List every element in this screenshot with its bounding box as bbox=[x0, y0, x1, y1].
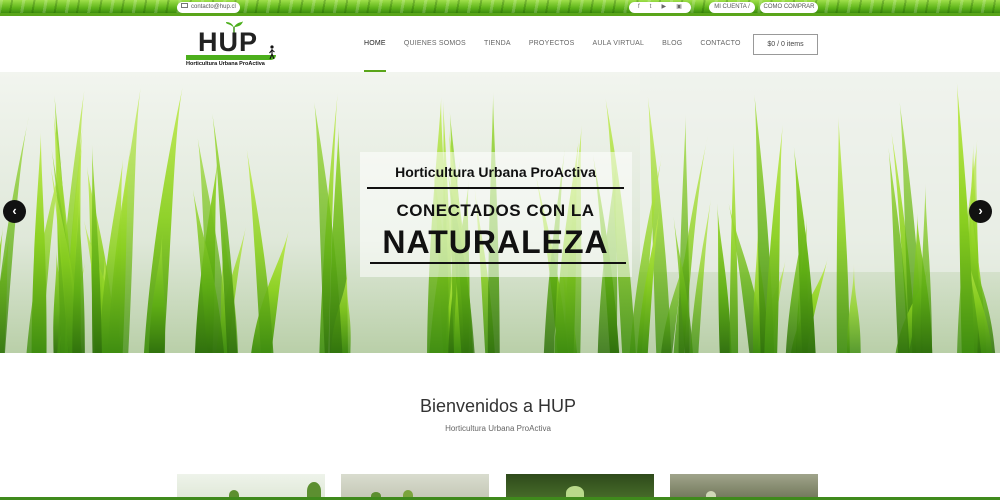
logo-green-bar bbox=[186, 55, 276, 60]
nav-item-proyectos[interactable]: PROYECTOS bbox=[529, 19, 575, 72]
welcome-subtitle: Horticultura Urbana ProActiva bbox=[445, 424, 551, 433]
email-link[interactable]: contacto@hup.cl bbox=[177, 2, 240, 13]
site-header: HUP Horticultura Urbana ProActiva HOME Q… bbox=[0, 19, 1000, 72]
nav-item-aula-virtual[interactable]: AULA VIRTUAL bbox=[592, 19, 644, 72]
slider-next-button[interactable]: › bbox=[969, 200, 992, 223]
social-links: f t ▶ ▣ bbox=[629, 2, 691, 13]
logo-title: HUP bbox=[198, 27, 259, 57]
chevron-right-icon: › bbox=[978, 203, 983, 218]
hero-divider-top bbox=[367, 187, 624, 189]
my-account-link[interactable]: MI CUENTA / bbox=[709, 2, 755, 13]
welcome-title: Bienvenidos a HUP bbox=[419, 396, 577, 416]
main-nav: HOME QUIENES SOMOS TIENDA PROYECTOS AULA… bbox=[364, 19, 759, 72]
nav-item-contacto[interactable]: CONTACTO bbox=[700, 19, 740, 72]
nav-item-blog[interactable]: BLOG bbox=[662, 19, 682, 72]
chevron-left-icon: ‹ bbox=[12, 203, 17, 218]
slider-prev-button[interactable]: ‹ bbox=[3, 200, 26, 223]
hero-divider-bottom bbox=[370, 262, 626, 264]
email-text: contacto@hup.cl bbox=[191, 4, 236, 10]
site-logo[interactable]: HUP Horticultura Urbana ProActiva bbox=[186, 21, 278, 69]
hero-kicker: Horticultura Urbana ProActiva bbox=[395, 164, 596, 180]
nav-item-quienes-somos[interactable]: QUIENES SOMOS bbox=[404, 19, 466, 72]
nav-item-home[interactable]: HOME bbox=[364, 19, 386, 72]
youtube-icon[interactable]: ▶ bbox=[662, 2, 667, 13]
logo-subtitle: Horticultura Urbana ProActiva bbox=[186, 61, 265, 67]
hero-title-line1: CONECTADOS CON LA bbox=[396, 201, 595, 220]
instagram-icon[interactable]: ▣ bbox=[676, 2, 682, 13]
cart-button[interactable]: $0 / 0 items bbox=[753, 34, 818, 55]
facebook-icon[interactable]: f bbox=[638, 2, 640, 13]
twitter-icon[interactable]: t bbox=[650, 2, 652, 13]
how-to-buy-link[interactable]: COMO COMPRAR bbox=[760, 2, 818, 13]
top-bar: contacto@hup.cl f t ▶ ▣ MI CUENTA / COMO… bbox=[0, 0, 1000, 16]
nav-item-tienda[interactable]: TIENDA bbox=[484, 19, 511, 72]
hero-slider: Horticultura Urbana ProActiva CONECTADOS… bbox=[0, 72, 1000, 353]
hero-title-line2: NATURALEZA bbox=[382, 224, 609, 260]
envelope-icon bbox=[181, 3, 188, 8]
person-icon bbox=[269, 45, 275, 59]
